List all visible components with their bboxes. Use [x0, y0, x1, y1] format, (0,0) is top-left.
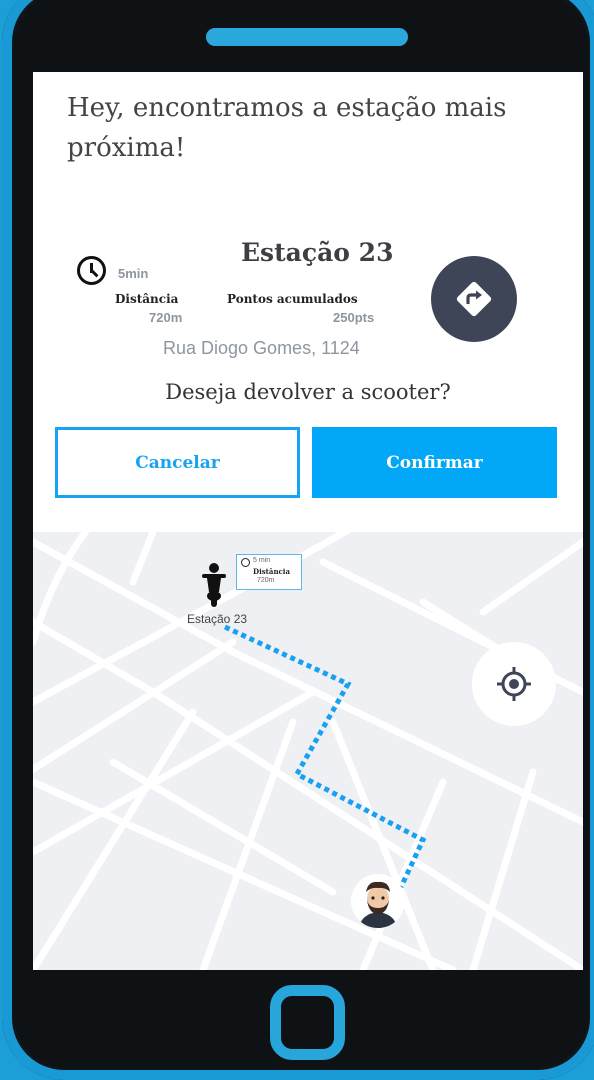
distance-value: 720m [149, 310, 183, 325]
directions-icon [456, 281, 492, 317]
app-screen: Hey, encontramos a estação mais próxima!… [33, 72, 583, 970]
avatar-face-icon [351, 874, 405, 928]
return-question: Deseja devolver a scooter? [165, 380, 451, 404]
page-title: Hey, encontramos a estação mais próxima! [67, 93, 507, 163]
home-button[interactable] [270, 985, 345, 1060]
mini-time: 5 min [253, 557, 271, 564]
mini-distance-label: Distância [253, 567, 290, 576]
points-label: Pontos acumulados [227, 292, 358, 306]
directions-button[interactable] [431, 256, 517, 342]
route-map[interactable]: Estação 23 5 min Distância 720m [33, 532, 583, 970]
points-value: 250pts [333, 310, 375, 325]
station-time: 5min [118, 266, 149, 281]
user-avatar [351, 874, 405, 928]
phone-speaker [206, 28, 408, 46]
mini-distance-value: 720m [257, 577, 275, 584]
confirm-button[interactable]: Confirmar [312, 427, 557, 498]
station-name: Estação 23 [241, 238, 394, 267]
clock-icon [77, 256, 106, 285]
station-address: Rua Diogo Gomes, 1124 [163, 338, 360, 358]
map-roads [33, 532, 583, 970]
distance-label: Distância [115, 292, 179, 306]
map-station-label: Estação 23 [187, 612, 248, 626]
locate-icon [497, 667, 531, 701]
locate-button[interactable] [472, 642, 556, 726]
scooter-icon [202, 563, 226, 607]
mini-clock-icon [241, 558, 250, 567]
cancel-button[interactable]: Cancelar [55, 427, 300, 498]
station-mini-card[interactable]: 5 min Distância 720m [236, 554, 302, 590]
